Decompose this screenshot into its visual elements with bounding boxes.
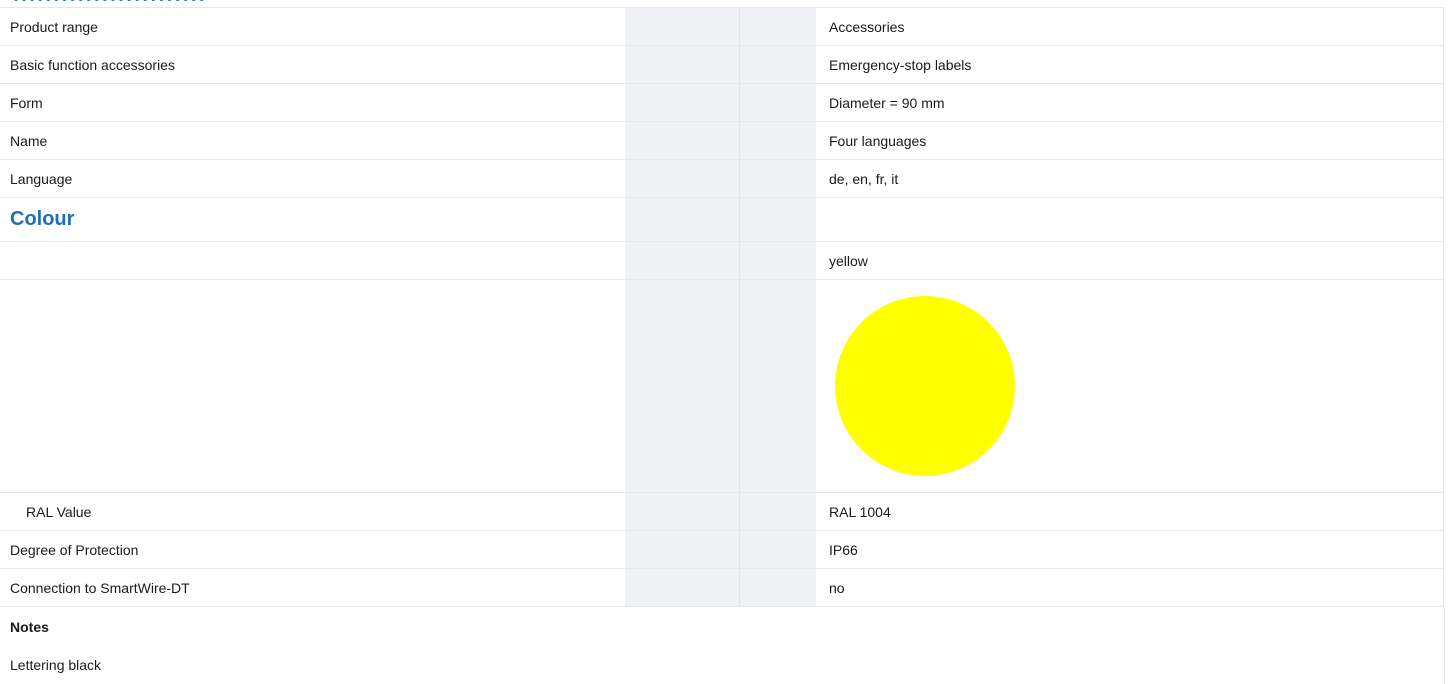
shaded-cell bbox=[625, 241, 740, 280]
empty-cell bbox=[0, 241, 625, 280]
row-value-form: Diameter = 90 mm bbox=[816, 83, 1444, 122]
table-row: Connection to SmartWire-DT no bbox=[0, 568, 1444, 607]
shaded-cell bbox=[739, 492, 816, 531]
notes-section: Notes Lettering black bbox=[0, 608, 1445, 684]
table-row: Name Four languages bbox=[0, 121, 1444, 160]
table-row: Basic function accessories Emergency-sto… bbox=[0, 45, 1444, 84]
row-label-form: Form bbox=[0, 83, 625, 122]
shaded-cell bbox=[625, 121, 740, 160]
empty-cell bbox=[0, 279, 625, 493]
shaded-cell bbox=[739, 568, 816, 607]
row-value-degree-of-protection: IP66 bbox=[816, 530, 1444, 569]
specifications-table: Product range Accessories Basic function… bbox=[0, 7, 1444, 607]
table-row: Form Diameter = 90 mm bbox=[0, 83, 1444, 122]
shaded-cell bbox=[625, 45, 740, 84]
shaded-cell bbox=[625, 568, 740, 607]
notes-text: Lettering black bbox=[10, 657, 102, 673]
table-row: yellow bbox=[0, 241, 1444, 280]
shaded-cell bbox=[739, 7, 816, 46]
colour-swatch-circle bbox=[835, 296, 1015, 476]
shaded-cell bbox=[739, 121, 816, 160]
shaded-cell bbox=[739, 241, 816, 280]
shaded-cell bbox=[625, 530, 740, 569]
row-label-connection-to-smartwire-dt: Connection to SmartWire-DT bbox=[0, 568, 625, 607]
row-value-ral-value: RAL 1004 bbox=[816, 492, 1444, 531]
shaded-cell bbox=[739, 279, 816, 493]
row-value-language: de, en, fr, it bbox=[816, 159, 1444, 198]
shaded-cell bbox=[625, 83, 740, 122]
row-label-ral-value: RAL Value bbox=[0, 492, 625, 531]
row-label-degree-of-protection: Degree of Protection bbox=[0, 530, 625, 569]
shaded-cell bbox=[625, 197, 740, 242]
section-heading-row: Colour bbox=[0, 197, 1444, 242]
shaded-cell bbox=[739, 83, 816, 122]
table-row: RAL Value RAL 1004 bbox=[0, 492, 1444, 531]
table-row: Product range Accessories bbox=[0, 7, 1444, 46]
shaded-cell bbox=[625, 492, 740, 531]
row-value-name: Four languages bbox=[816, 121, 1444, 160]
colour-swatch-row bbox=[0, 279, 1444, 493]
row-value-basic-function-accessories: Emergency-stop labels bbox=[816, 45, 1444, 84]
shaded-cell bbox=[625, 159, 740, 198]
shaded-cell bbox=[739, 159, 816, 198]
row-label-product-range: Product range bbox=[0, 7, 625, 46]
shaded-cell bbox=[625, 7, 740, 46]
row-value-product-range: Accessories bbox=[816, 7, 1444, 46]
row-value-connection-to-smartwire-dt: no bbox=[816, 568, 1444, 607]
table-row: Language de, en, fr, it bbox=[0, 159, 1444, 198]
table-row: Degree of Protection IP66 bbox=[0, 530, 1444, 569]
shaded-cell bbox=[625, 279, 740, 493]
shaded-cell bbox=[739, 45, 816, 84]
empty-cell bbox=[816, 197, 1444, 242]
cropped-section-title bbox=[0, 0, 1449, 7]
row-value-colour: yellow bbox=[816, 241, 1444, 280]
colour-section-heading: Colour bbox=[10, 208, 75, 230]
row-label-basic-function-accessories: Basic function accessories bbox=[0, 45, 625, 84]
row-label-language: Language bbox=[0, 159, 625, 198]
row-label-name: Name bbox=[0, 121, 625, 160]
shaded-cell bbox=[739, 197, 816, 242]
shaded-cell bbox=[739, 530, 816, 569]
notes-title: Notes bbox=[10, 619, 49, 635]
